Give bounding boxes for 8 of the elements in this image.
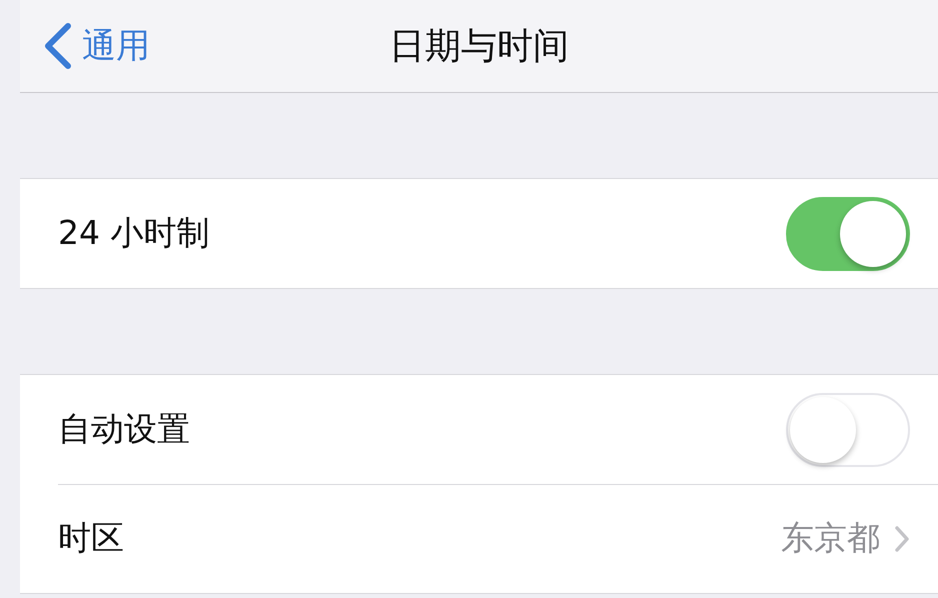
- row-label: 24 小时制: [58, 212, 210, 254]
- back-icon: [42, 23, 72, 69]
- row-label: 时区: [58, 517, 124, 559]
- row-label: 自动设置: [58, 408, 190, 450]
- row-value[interactable]: 东京都: [781, 516, 880, 561]
- page-title: 日期与时间: [389, 24, 569, 68]
- chevron-icon: [894, 524, 910, 552]
- back-button[interactable]: 通用: [20, 23, 150, 69]
